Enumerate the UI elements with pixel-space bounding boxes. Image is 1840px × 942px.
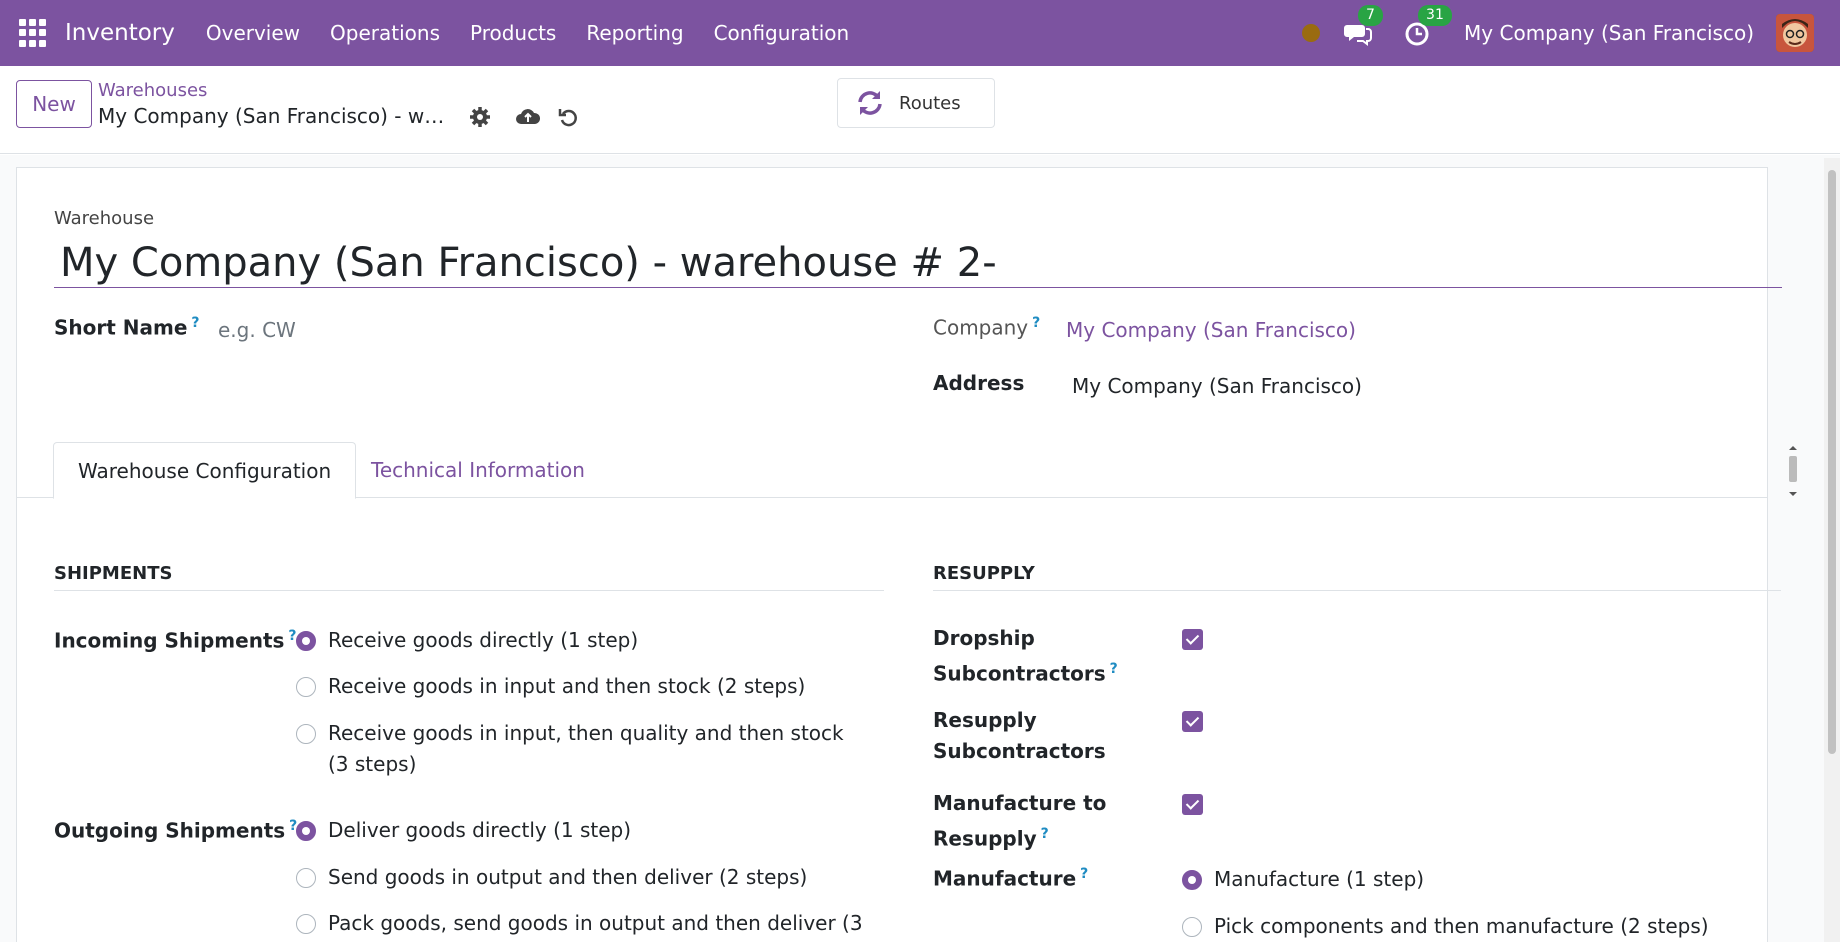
app-name[interactable]: Inventory — [65, 20, 175, 46]
incoming-shipments-label: Incoming Shipments? — [54, 628, 297, 653]
gear-icon[interactable] — [468, 105, 492, 129]
manufacture-to-resupply-checkbox[interactable] — [1182, 794, 1203, 815]
tab-technical-information[interactable]: Technical Information — [347, 442, 609, 499]
manufacture-to-resupply-label: Manufacture to Resupply? — [933, 791, 1107, 851]
resupply-subcontractors-checkbox[interactable] — [1182, 711, 1203, 732]
routes-button[interactable]: Routes — [837, 78, 995, 128]
incoming-option-1-label[interactable]: Receive goods directly (1 step) — [328, 625, 638, 656]
activities-clock-icon[interactable]: 31 — [1404, 5, 1452, 47]
messages-icon[interactable]: 7 — [1344, 5, 1383, 47]
manufacture-option-1-label[interactable]: Manufacture (1 step) — [1214, 864, 1424, 895]
status-indicator[interactable] — [1302, 24, 1321, 42]
warehouse-name-input[interactable]: My Company (San Francisco) - warehouse #… — [54, 238, 1782, 288]
outgoing-option-1-label[interactable]: Deliver goods directly (1 step) — [328, 815, 631, 846]
outgoing-option-1-radio[interactable] — [296, 821, 316, 841]
refresh-icon — [855, 88, 885, 118]
discard-undo-icon[interactable] — [557, 105, 581, 129]
tab-warehouse-configuration[interactable]: Warehouse Configuration — [53, 442, 357, 499]
form-sheet: Warehouse My Company (San Francisco) - w… — [16, 167, 1797, 942]
page-scrollbar-thumb[interactable] — [1828, 170, 1836, 754]
incoming-option-3-radio[interactable] — [296, 724, 316, 744]
page-scrollbar[interactable] — [1824, 158, 1840, 942]
routes-label: Routes — [899, 92, 961, 114]
manufacture-option-1-radio[interactable] — [1182, 870, 1202, 890]
incoming-option-2-label[interactable]: Receive goods in input and then stock (2… — [328, 671, 805, 702]
save-cloud-icon[interactable] — [515, 105, 541, 129]
manufacture-option-2-radio[interactable] — [1182, 917, 1202, 937]
menu-products[interactable]: Products — [470, 21, 556, 45]
incoming-option-2-radio[interactable] — [296, 677, 316, 697]
messages-badge: 7 — [1358, 5, 1383, 26]
dropship-subcontractors-label: Dropship Subcontractors? — [933, 626, 1118, 686]
outgoing-option-3-label[interactable]: Pack goods, send goods in output and the… — [328, 908, 868, 939]
manufacture-option-2-label[interactable]: Pick components and then manufacture (2 … — [1214, 911, 1709, 942]
resupply-section-title: RESUPPLY — [933, 563, 1781, 591]
apps-menu-icon[interactable] — [19, 19, 47, 47]
address-field[interactable]: My Company (San Francisco) — [1072, 374, 1362, 398]
short-name-input[interactable]: e.g. CW — [218, 318, 778, 348]
outgoing-option-2-label[interactable]: Send goods in output and then deliver (2… — [328, 862, 807, 893]
help-icon[interactable]: ? — [1041, 826, 1049, 842]
menu-reporting[interactable]: Reporting — [586, 21, 683, 45]
shipments-section-title: SHIPMENTS — [54, 563, 884, 591]
address-label: Address — [933, 371, 1025, 395]
resupply-subcontractors-label: Resupply Subcontractors — [933, 708, 1106, 763]
incoming-option-3-label[interactable]: Receive goods in input, then quality and… — [328, 718, 868, 780]
form-view: Warehouse My Company (San Francisco) - w… — [0, 155, 1840, 942]
top-navbar: Inventory Overview Operations Products R… — [0, 0, 1840, 66]
help-icon[interactable]: ? — [1080, 866, 1088, 882]
user-avatar[interactable] — [1776, 14, 1814, 52]
manufacture-label: Manufacture? — [933, 866, 1089, 891]
company-label: Company? — [933, 315, 1041, 340]
new-button[interactable]: New — [16, 80, 92, 128]
notebook-tabs: Warehouse Configuration Technical Inform… — [17, 442, 1767, 499]
menu-configuration[interactable]: Configuration — [714, 21, 850, 45]
incoming-option-1-radio[interactable] — [296, 631, 316, 651]
menu-overview[interactable]: Overview — [206, 21, 300, 45]
record-title: My Company (San Francisco) - warehouse #… — [98, 104, 453, 128]
company-field[interactable]: My Company (San Francisco) — [1066, 318, 1356, 342]
dropship-subcontractors-checkbox[interactable] — [1182, 629, 1203, 650]
outgoing-shipments-label: Outgoing Shipments? — [54, 818, 298, 843]
activities-badge: 31 — [1418, 5, 1452, 26]
tab-scrollbar[interactable] — [1787, 444, 1799, 500]
short-name-label: Short Name? — [54, 315, 200, 340]
help-icon[interactable]: ? — [1110, 661, 1118, 677]
help-icon[interactable]: ? — [191, 315, 199, 331]
help-icon[interactable]: ? — [1032, 315, 1040, 331]
control-panel: New Warehouses My Company (San Francisco… — [0, 66, 1840, 154]
company-switcher[interactable]: My Company (San Francisco) — [1464, 21, 1754, 45]
breadcrumb-warehouses[interactable]: Warehouses — [98, 80, 207, 101]
menu-operations[interactable]: Operations — [330, 21, 440, 45]
outgoing-option-2-radio[interactable] — [296, 868, 316, 888]
warehouse-label: Warehouse — [54, 208, 155, 229]
outgoing-option-3-radio[interactable] — [296, 914, 316, 934]
